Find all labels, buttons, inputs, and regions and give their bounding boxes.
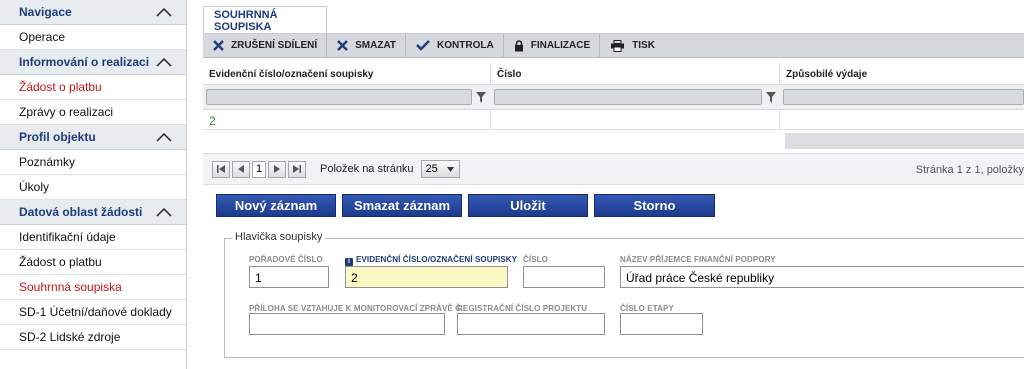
priloha-field[interactable] (249, 313, 445, 335)
sidebar-item-souhrnna-soupiska[interactable]: Souhrnná soupiska (0, 275, 186, 300)
button-label: SMAZAT (355, 40, 397, 51)
chevron-down-icon (446, 166, 454, 172)
chevron-up-icon[interactable] (156, 6, 172, 18)
current-page[interactable]: 1 (252, 160, 266, 178)
toolbar: ZRUŠENÍ SDÍLENÍ SMAZAT KONTROLA FINALIZA… (203, 33, 1024, 58)
sidebar-section-informovani[interactable]: Informování o realizaci (0, 50, 186, 75)
sidebar-item-zpravy[interactable]: Zprávy o realizaci (0, 100, 186, 125)
filter-icon[interactable] (766, 91, 776, 103)
printer-icon (611, 39, 625, 52)
first-page-icon (217, 165, 225, 173)
action-bar: Nový záznam Smazat záznam Uložit Storno (216, 194, 721, 217)
new-record-button[interactable]: Nový záznam (216, 194, 336, 217)
check-icon (416, 40, 430, 51)
sidebar-item-identifikacni[interactable]: Identifikační údaje (0, 225, 186, 250)
prev-page-icon (238, 165, 244, 173)
sidebar-item-operace[interactable]: Operace (0, 25, 186, 50)
header-fieldset: Hlavička soupisky POŘADOVÉ ČÍSLO 1 i EVID… (224, 231, 1024, 358)
filter-zpusobile-input[interactable] (783, 89, 1024, 105)
next-page-button[interactable] (268, 160, 286, 178)
button-label: FINALIZACE (530, 40, 591, 51)
zruseni-sdileni-button[interactable]: ZRUŠENÍ SDÍLENÍ (203, 33, 328, 58)
last-page-button[interactable] (288, 160, 306, 178)
button-label: ZRUŠENÍ SDÍLENÍ (231, 40, 318, 51)
sidebar-item-sd2[interactable]: SD-2 Lidské zdroje (0, 325, 186, 350)
next-page-icon (274, 165, 280, 173)
info-icon: i (345, 258, 353, 266)
column-header-zpusobile[interactable]: Způsobilé výdaje (780, 63, 1024, 84)
cislo-etapy-field[interactable] (620, 313, 703, 335)
per-page-select[interactable]: 25 (420, 160, 460, 178)
sidebar: Navigace Operace Informování o realizaci… (0, 0, 187, 369)
section-title: Informování o realizaci (19, 55, 150, 69)
filter-evidencni-input[interactable] (206, 89, 472, 105)
registracni-cislo-label: REGISTRAČNÍ ČÍSLO PROJEKTU (457, 304, 588, 313)
horizontal-scrollbar[interactable] (785, 133, 1024, 149)
last-page-icon (293, 165, 301, 173)
x-icon (337, 40, 348, 51)
column-header-evidencni[interactable]: Evidenční číslo/označení soupisky (203, 63, 491, 84)
table-row[interactable]: 2 (203, 110, 1024, 130)
finalizace-button[interactable]: FINALIZACE (504, 33, 601, 58)
section-title: Datová oblast žádosti (19, 205, 143, 219)
pager: 1 Položek na stránku 25 Stránka 1 z 1, p… (203, 153, 1024, 185)
per-page-label: Položek na stránku (320, 163, 414, 175)
section-title: Profil objektu (19, 130, 96, 144)
lock-icon (514, 39, 523, 51)
tab-souhrnna-soupiska[interactable]: SOUHRNNÁ SOUPISKA (203, 6, 327, 34)
grid-header: Evidenční číslo/označení soupisky Číslo … (203, 63, 1024, 85)
priloha-label: PŘÍLOHA SE VZTAHUJE K MONITOROVACÍ ZPRÁV… (249, 304, 464, 313)
cislo-label: ČÍSLO (523, 255, 548, 264)
page-info: Stránka 1 z 1, položky (915, 164, 1024, 176)
first-page-button[interactable] (212, 160, 230, 178)
filter-row (203, 85, 1024, 110)
tisk-button[interactable]: TISK (600, 34, 664, 58)
per-page-value: 25 (425, 163, 438, 175)
chevron-up-icon[interactable] (156, 206, 172, 218)
cell-cislo (491, 110, 780, 130)
sidebar-section-navigace[interactable]: Navigace (0, 0, 186, 25)
registracni-cislo-field[interactable] (457, 313, 605, 335)
cislo-etapy-label: ČÍSLO ETAPY (620, 304, 674, 313)
filter-icon[interactable] (476, 91, 486, 103)
x-icon (213, 40, 224, 51)
delete-record-button[interactable]: Smazat záznam (342, 194, 462, 217)
cancel-button[interactable]: Storno (594, 194, 715, 217)
prev-page-button[interactable] (232, 160, 250, 178)
evidencni-cislo-field[interactable]: 2 (345, 266, 508, 288)
fieldset-legend: Hlavička soupisky (232, 231, 326, 243)
poradove-cislo-field[interactable]: 1 (249, 266, 329, 288)
nazev-prijemce-label: NÁZEV PŘÍJEMCE FINANČNÍ PODPORY (620, 255, 776, 264)
main-content: SOUHRNNÁ SOUPISKA ZRUŠENÍ SDÍLENÍ SMAZAT… (203, 0, 1024, 369)
sidebar-item-poznamky[interactable]: Poznámky (0, 150, 186, 175)
cell-zpusobile (780, 110, 1024, 130)
nazev-prijemce-field[interactable]: Úřad práce České republiky (620, 266, 1024, 288)
sidebar-item-zadost-o-platbu-2[interactable]: Žádost o platbu (0, 250, 186, 275)
save-button[interactable]: Uložit (468, 194, 588, 217)
section-title: Navigace (19, 5, 72, 19)
kontrola-button[interactable]: KONTROLA (406, 33, 504, 58)
evidencni-cislo-label: i EVIDENČNÍ ČÍSLO/OZNAČENÍ SOUPISKY (345, 255, 517, 266)
chevron-up-icon[interactable] (156, 56, 172, 68)
poradove-cislo-label: POŘADOVÉ ČÍSLO (249, 255, 323, 264)
sidebar-item-sd1[interactable]: SD-1 Účetní/daňové doklady (0, 300, 186, 325)
sidebar-item-ukoly[interactable]: Úkoly (0, 175, 186, 200)
sidebar-section-profil[interactable]: Profil objektu (0, 125, 186, 150)
smazat-button[interactable]: SMAZAT (327, 33, 407, 58)
button-label: TISK (632, 40, 655, 51)
column-header-cislo[interactable]: Číslo (491, 63, 780, 84)
button-label: KONTROLA (437, 40, 494, 51)
cell-evidencni: 2 (203, 110, 491, 130)
chevron-up-icon[interactable] (156, 131, 172, 143)
sidebar-section-datova-oblast[interactable]: Datová oblast žádosti (0, 200, 186, 225)
cislo-field[interactable] (523, 266, 605, 288)
sidebar-item-zadost-o-platbu[interactable]: Žádost o platbu (0, 75, 186, 100)
filter-cislo-input[interactable] (494, 89, 762, 105)
